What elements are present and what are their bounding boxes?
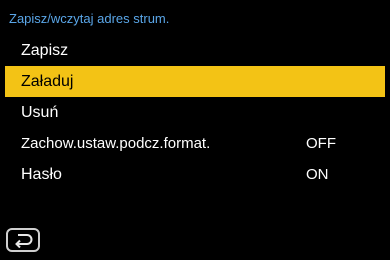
menu-screen: Zapisz/wczytaj adres strum. Zapisz Załad…: [0, 0, 390, 260]
menu-item-password[interactable]: Hasło ON: [0, 159, 390, 190]
menu-item-label: Załaduj: [21, 72, 74, 90]
menu-item-label: Zachow.ustaw.podcz.format.: [21, 135, 211, 152]
menu-item-keep-settings[interactable]: Zachow.ustaw.podcz.format. OFF: [0, 128, 390, 159]
menu-item-label: Zapisz: [21, 41, 69, 59]
menu-item-value: OFF: [306, 135, 336, 152]
menu-title: Zapisz/wczytaj adres strum.: [9, 11, 170, 26]
menu-item-label: Usuń: [21, 103, 59, 121]
menu-item-save[interactable]: Zapisz: [0, 35, 390, 66]
menu-item-delete[interactable]: Usuń: [0, 97, 390, 128]
menu-list: Zapisz Załaduj Usuń Zachow.ustaw.podcz.f…: [0, 35, 390, 190]
return-arrow-icon: [15, 234, 33, 248]
menu-item-load[interactable]: Załaduj: [5, 66, 385, 97]
back-button[interactable]: [6, 228, 40, 252]
menu-item-value: ON: [306, 166, 329, 183]
menu-item-label: Hasło: [21, 165, 62, 183]
